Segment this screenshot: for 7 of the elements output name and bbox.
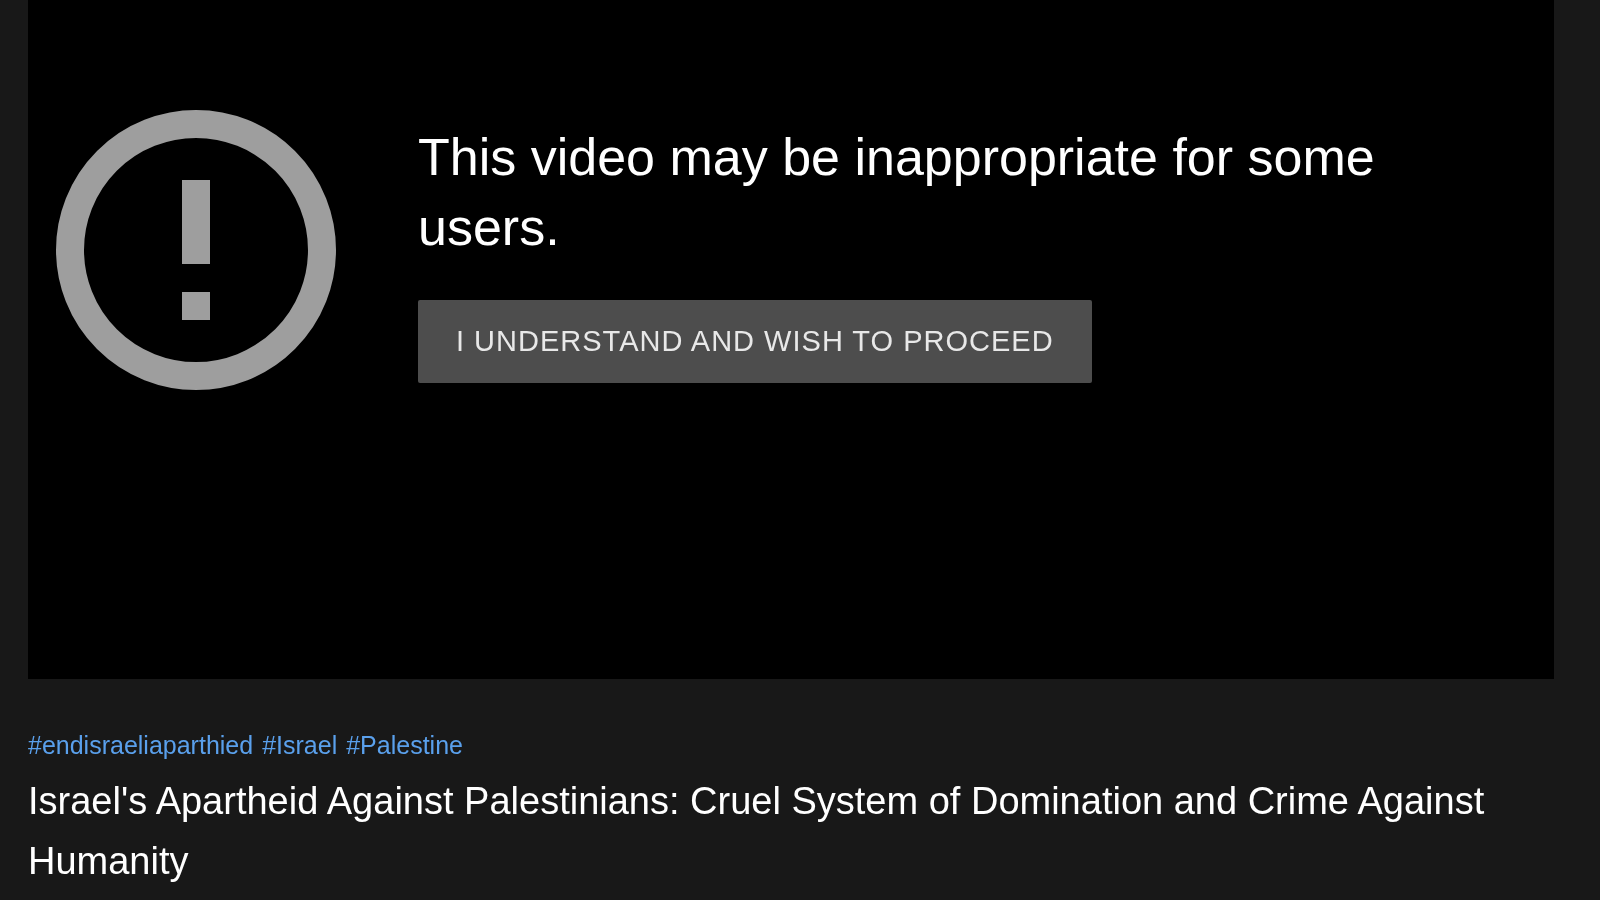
hashtag-link[interactable]: #endisraeliaparthied: [28, 727, 254, 765]
hashtag-link[interactable]: #Palestine: [346, 727, 463, 765]
video-title: Israel's Apartheid Against Palestinians: Cruel System of Domination and Crime Against Humanity: [28, 778, 1486, 884]
proceed-button[interactable]: I UNDERSTAND AND WISH TO PROCEED: [418, 300, 1092, 383]
warning-message: This video may be inappropriate for some users.: [418, 127, 1376, 258]
hashtag-link[interactable]: #Israel: [262, 727, 338, 765]
warning-icon: [56, 110, 336, 390]
